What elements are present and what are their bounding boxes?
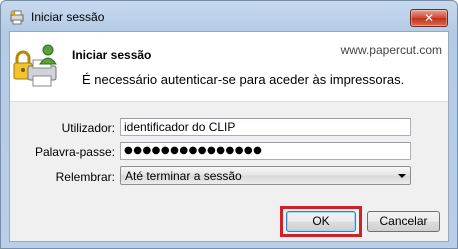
printer-key-icon bbox=[10, 10, 24, 25]
printer-lock-user-icon bbox=[13, 44, 57, 87]
header-title: Iniciar sessão bbox=[72, 48, 152, 62]
remember-label: Relembrar: bbox=[55, 170, 115, 184]
password-field[interactable]: ●●●●●●●●●●●●●●● bbox=[120, 142, 411, 160]
username-label: Utilizador: bbox=[61, 121, 115, 135]
cancel-button[interactable]: Cancelar bbox=[367, 211, 440, 232]
chevron-down-icon bbox=[398, 174, 406, 178]
dialog-body: Iniciar sessão www.papercut.com É necess… bbox=[9, 31, 449, 242]
title-bar: Iniciar sessão ✕ bbox=[1, 1, 457, 31]
username-field[interactable]: identificador do CLIP bbox=[120, 118, 411, 136]
window-title: Iniciar sessão bbox=[31, 10, 105, 24]
password-label: Palavra-passe: bbox=[34, 145, 115, 159]
ok-button[interactable]: OK bbox=[286, 211, 356, 232]
remember-select-value: Até terminar a sessão bbox=[125, 169, 242, 183]
close-button[interactable]: ✕ bbox=[410, 9, 448, 27]
dialog-header: Iniciar sessão www.papercut.com É necess… bbox=[10, 32, 448, 102]
remember-select[interactable]: Até terminar a sessão bbox=[120, 166, 411, 185]
login-dialog: Iniciar sessão ✕ Iniciar sessão www.pape… bbox=[0, 0, 458, 249]
papercut-link[interactable]: www.papercut.com bbox=[341, 43, 442, 57]
auth-message: É necessário autenticar-se para aceder à… bbox=[82, 72, 405, 87]
